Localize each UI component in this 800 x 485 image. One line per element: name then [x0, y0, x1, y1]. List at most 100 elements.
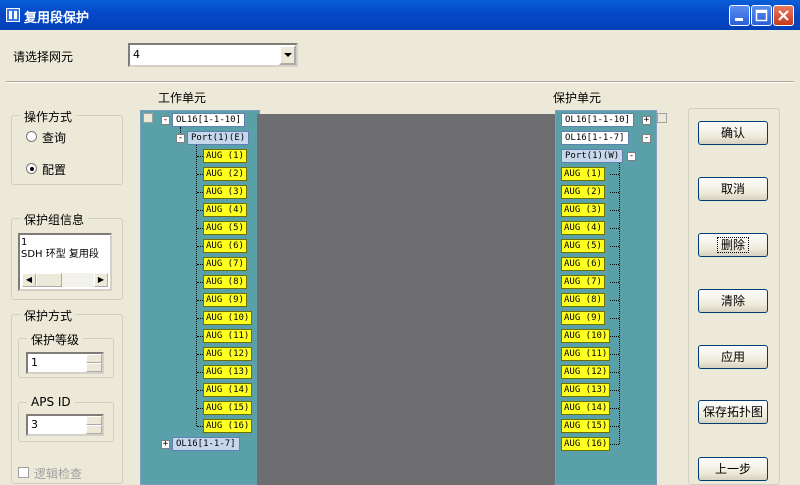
- collapse-icon[interactable]: -: [642, 134, 651, 143]
- tree-line: [197, 156, 203, 157]
- apply-button[interactable]: 应用: [698, 345, 768, 369]
- protection-aug-node[interactable]: AUG (15): [561, 419, 611, 433]
- working-board2-node[interactable]: OL16[1-1-7]: [172, 437, 240, 451]
- expand-icon[interactable]: +: [161, 440, 170, 449]
- ne-select-dropdown-button[interactable]: [279, 45, 296, 65]
- protection-aug-node[interactable]: AUG (14): [561, 401, 611, 415]
- tree-line: [197, 318, 203, 319]
- protection-board-node[interactable]: OL16[1-1-10]: [561, 113, 635, 127]
- protection-aug-node[interactable]: AUG (10): [561, 329, 611, 343]
- radio-configure[interactable]: [26, 163, 37, 174]
- tree-line: [197, 282, 203, 283]
- tree-line: [610, 354, 619, 355]
- protection-port-node[interactable]: Port(1)(W): [561, 149, 624, 163]
- working-aug-node[interactable]: AUG (2): [203, 167, 247, 181]
- scroll-thumb[interactable]: [36, 273, 62, 287]
- chevron-down-icon: [284, 53, 292, 57]
- protection-aug-node[interactable]: AUG (16): [561, 437, 611, 451]
- working-aug-node[interactable]: AUG (12): [203, 347, 253, 361]
- tree-line: [196, 145, 197, 426]
- working-port-node[interactable]: Port(1)(E): [187, 131, 250, 145]
- confirm-button-label: 确认: [720, 126, 745, 140]
- info-horizontal-scrollbar[interactable]: ◀ ▶: [22, 273, 108, 287]
- collapse-all-icon[interactable]: [143, 113, 153, 123]
- delete-button[interactable]: 删除: [698, 233, 768, 257]
- tree-line: [610, 246, 619, 247]
- protection-aug-node[interactable]: AUG (9): [561, 311, 605, 325]
- close-button[interactable]: [773, 5, 794, 26]
- radio-query-label: 查询: [42, 131, 67, 145]
- working-unit-header: 工作单元: [158, 91, 207, 105]
- minimize-button[interactable]: [729, 5, 750, 26]
- working-aug-node[interactable]: AUG (11): [203, 329, 253, 343]
- operation-mode-title: 操作方式: [20, 108, 77, 125]
- app-icon: [6, 8, 20, 22]
- protection-level-value: 1: [31, 356, 38, 369]
- scroll-right-icon[interactable]: ▶: [94, 273, 108, 287]
- logic-check-checkbox[interactable]: [18, 467, 29, 478]
- working-aug-node[interactable]: AUG (4): [203, 203, 247, 217]
- working-aug-node[interactable]: AUG (15): [203, 401, 253, 415]
- tree-line: [610, 336, 619, 337]
- tree-line: [197, 210, 203, 211]
- tree-line: [197, 300, 203, 301]
- previous-step-button[interactable]: 上一步: [698, 457, 768, 481]
- protection-aug-node[interactable]: AUG (3): [561, 203, 605, 217]
- protection-aug-node[interactable]: AUG (8): [561, 293, 605, 307]
- tree-line: [619, 163, 620, 444]
- working-aug-node[interactable]: AUG (16): [203, 419, 253, 433]
- protection-level-spinner[interactable]: 1: [26, 352, 104, 374]
- maximize-button[interactable]: [751, 5, 772, 26]
- cancel-button[interactable]: 取消: [698, 177, 768, 201]
- window-title: 复用段保护: [24, 11, 90, 26]
- protection-aug-node[interactable]: AUG (4): [561, 221, 605, 235]
- working-aug-node[interactable]: AUG (3): [203, 185, 247, 199]
- spin-down-icon[interactable]: [86, 425, 102, 434]
- working-aug-node[interactable]: AUG (1): [203, 149, 247, 163]
- working-aug-node[interactable]: AUG (10): [203, 311, 253, 325]
- working-board-node[interactable]: OL16[1-1-10]: [172, 113, 246, 127]
- working-aug-node[interactable]: AUG (6): [203, 239, 247, 253]
- protection-aug-node[interactable]: AUG (7): [561, 275, 605, 289]
- tree-line: [197, 354, 203, 355]
- tree-line: [610, 210, 619, 211]
- protection-group-info-list[interactable]: 1 SDH 环型 复用段 ◀ ▶: [18, 233, 112, 291]
- protection-aug-node[interactable]: AUG (11): [561, 347, 611, 361]
- protection-aug-node[interactable]: AUG (5): [561, 239, 605, 253]
- spin-down-icon[interactable]: [86, 363, 102, 372]
- group-info-line: 1: [21, 237, 28, 248]
- radio-query[interactable]: [26, 131, 37, 142]
- protection-aug-node[interactable]: AUG (2): [561, 185, 605, 199]
- close-icon: [778, 10, 789, 21]
- tree-line: [197, 372, 203, 373]
- working-aug-node[interactable]: AUG (8): [203, 275, 247, 289]
- ne-select[interactable]: 4: [128, 43, 298, 67]
- tree-line: [197, 192, 203, 193]
- tree-line: [197, 174, 203, 175]
- expand-icon[interactable]: +: [642, 116, 651, 125]
- working-aug-node[interactable]: AUG (7): [203, 257, 247, 271]
- working-aug-node[interactable]: AUG (5): [203, 221, 247, 235]
- cancel-button-label: 取消: [720, 182, 745, 196]
- protection-aug-node[interactable]: AUG (13): [561, 383, 611, 397]
- working-aug-node[interactable]: AUG (14): [203, 383, 253, 397]
- clear-button[interactable]: 清除: [698, 289, 768, 313]
- confirm-button[interactable]: 确认: [698, 121, 768, 145]
- collapse-icon[interactable]: -: [627, 152, 636, 161]
- working-aug-node[interactable]: AUG (13): [203, 365, 253, 379]
- protection-board2-node[interactable]: OL16[1-1-7]: [561, 131, 629, 145]
- working-aug-node[interactable]: AUG (9): [203, 293, 247, 307]
- spin-up-icon[interactable]: [86, 416, 102, 425]
- scroll-left-icon[interactable]: ◀: [22, 273, 36, 287]
- save-topology-button[interactable]: 保存拓扑图: [698, 400, 768, 424]
- radio-configure-label: 配置: [42, 163, 67, 177]
- scroll-up-icon[interactable]: [657, 113, 667, 123]
- collapse-icon[interactable]: -: [161, 116, 170, 125]
- tree-line: [610, 444, 619, 445]
- spin-up-icon[interactable]: [86, 354, 102, 363]
- aps-id-spinner[interactable]: 3: [26, 414, 104, 436]
- collapse-icon[interactable]: -: [176, 134, 185, 143]
- protection-aug-node[interactable]: AUG (6): [561, 257, 605, 271]
- protection-aug-node[interactable]: AUG (12): [561, 365, 611, 379]
- protection-aug-node[interactable]: AUG (1): [561, 167, 605, 181]
